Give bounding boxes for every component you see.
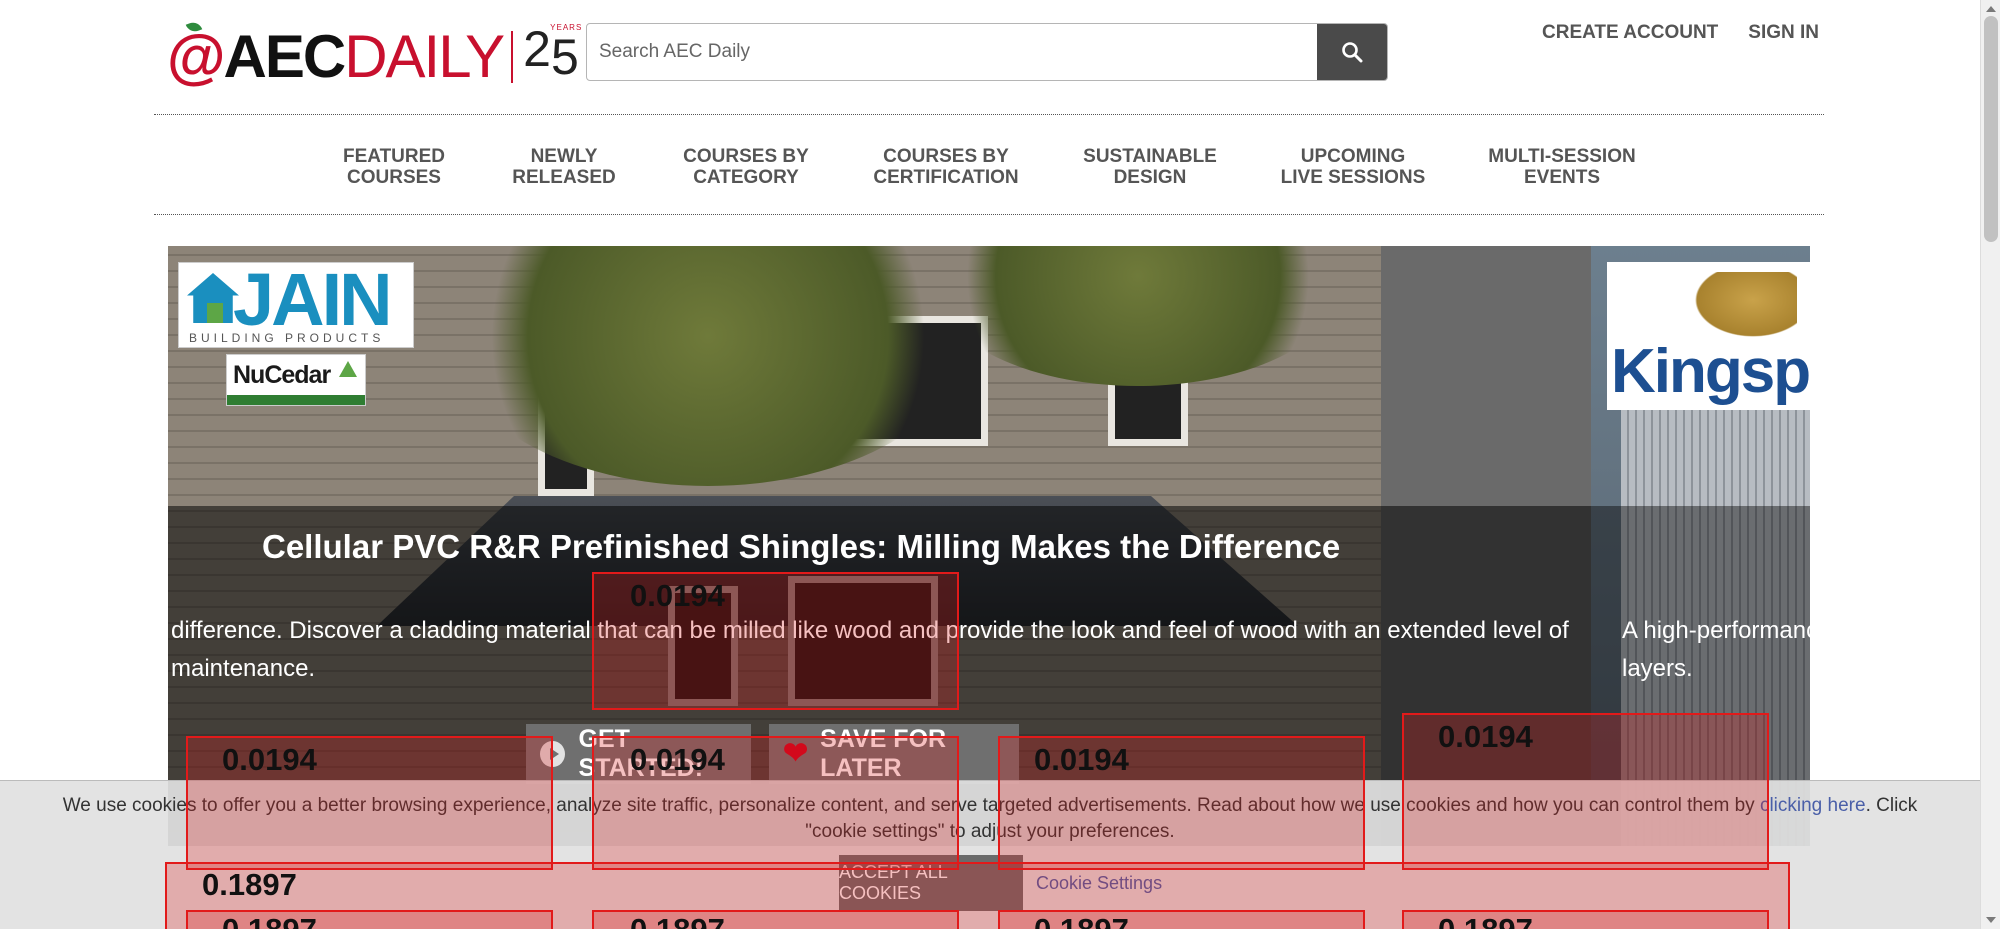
tree-foliage bbox=[448, 246, 968, 486]
slide2-description-line: A high-performanc bbox=[1622, 617, 1810, 644]
nucedar-sponsor-logo: NuCedar bbox=[226, 354, 366, 406]
logo-at: @ bbox=[167, 23, 225, 90]
lion-icon bbox=[1687, 272, 1797, 342]
annotation-box: 0.0194 bbox=[998, 736, 1365, 870]
slide-title[interactable]: Cellular PVC R&R Prefinished Shingles: M… bbox=[262, 528, 1340, 566]
nucedar-logo-text: NuCedar bbox=[233, 361, 331, 389]
nav-newly-released[interactable]: NEWLY RELEASED bbox=[512, 146, 615, 188]
annotation-label: 0.0194 bbox=[630, 742, 725, 777]
annotation-box: 0.1897 bbox=[186, 910, 553, 929]
annotation-box: 0.0194 bbox=[592, 572, 959, 710]
slide2-description-line: layers. bbox=[1622, 655, 1693, 682]
annotation-label: 0.1897 bbox=[202, 867, 297, 902]
aecdaily-logo[interactable]: @AECDAILY 25 YEARS bbox=[167, 19, 581, 94]
kingspan-sponsor-logo: Kingsp bbox=[1607, 262, 1810, 410]
annotation-label: 0.0194 bbox=[1034, 742, 1129, 777]
nav-courses-by-category[interactable]: COURSES BY CATEGORY bbox=[683, 146, 809, 188]
search-bar bbox=[586, 23, 1388, 81]
scroll-up-arrow-icon[interactable] bbox=[1986, 6, 1996, 12]
annotation-box: 0.0194 bbox=[1402, 713, 1769, 870]
sign-in-link[interactable]: SIGN IN bbox=[1748, 22, 1819, 44]
header-divider-top bbox=[154, 114, 1824, 115]
create-account-link[interactable]: CREATE ACCOUNT bbox=[1542, 22, 1718, 44]
slide2-description: A high-performanc layers. bbox=[1622, 612, 1810, 688]
annotation-label: 0.1897 bbox=[630, 912, 725, 929]
annotation-label: 0.0194 bbox=[222, 742, 317, 777]
header-divider-bottom bbox=[154, 214, 1824, 215]
cookie-policy-link[interactable]: clicking here bbox=[1760, 795, 1866, 816]
nav-featured-courses[interactable]: FEATURED COURSES bbox=[343, 146, 445, 188]
nav-sustainable-design[interactable]: SUSTAINABLE DESIGN bbox=[1083, 146, 1217, 188]
search-button[interactable] bbox=[1317, 24, 1387, 80]
annotation-label: 0.1897 bbox=[222, 912, 317, 929]
annotation-box: 0.0194 bbox=[186, 736, 553, 870]
annotation-box: 0.1897 bbox=[1402, 910, 1769, 929]
tree-foliage bbox=[928, 246, 1348, 386]
page-scrollbar[interactable] bbox=[1980, 0, 2000, 929]
scroll-down-arrow-icon[interactable] bbox=[1986, 917, 1996, 923]
nucedar-logo-bar bbox=[227, 395, 365, 405]
jain-logo-text: JAIN bbox=[233, 258, 393, 341]
anniversary-years-label: YEARS bbox=[550, 23, 583, 32]
logo-aec: AEC bbox=[223, 23, 347, 90]
anniversary-digit-2: 2 bbox=[523, 21, 551, 77]
logo-divider bbox=[511, 31, 514, 83]
main-nav: FEATURED COURSES NEWLY RELEASED COURSES … bbox=[0, 146, 2000, 188]
anniversary-digit-5: 5 bbox=[550, 29, 579, 85]
kingspan-logo-text: Kingsp bbox=[1611, 337, 1810, 406]
annotation-box: 0.0194 bbox=[592, 736, 959, 870]
search-input[interactable] bbox=[587, 24, 1317, 80]
jain-logo-subtext: BUILDING PRODUCTS bbox=[189, 331, 385, 345]
logo-wordmark: @AECDAILY bbox=[167, 27, 505, 87]
arrow-up-icon bbox=[339, 361, 357, 377]
annotation-label: 0.0194 bbox=[630, 578, 725, 613]
nav-courses-by-certification[interactable]: COURSES BY CERTIFICATION bbox=[873, 146, 1018, 188]
annotation-label: 0.1897 bbox=[1438, 912, 1533, 929]
nav-upcoming-live-sessions[interactable]: UPCOMING LIVE SESSIONS bbox=[1281, 146, 1426, 188]
scrollbar-thumb[interactable] bbox=[1984, 16, 1998, 242]
jain-sponsor-logo: JAIN BUILDING PRODUCTS bbox=[178, 262, 414, 348]
anniversary-badge: 25 YEARS bbox=[523, 24, 581, 85]
house-door-icon bbox=[207, 303, 223, 323]
account-links: CREATE ACCOUNT SIGN IN bbox=[1542, 22, 1819, 44]
search-icon bbox=[1342, 42, 1363, 63]
annotation-label: 0.0194 bbox=[1438, 719, 1533, 754]
annotation-box: 0.1897 bbox=[998, 910, 1365, 929]
logo-daily: DAILY bbox=[344, 23, 505, 90]
annotation-box: 0.1897 bbox=[592, 910, 959, 929]
nav-multi-session-events[interactable]: MULTI-SESSION EVENTS bbox=[1488, 146, 1635, 188]
annotation-label: 0.1897 bbox=[1034, 912, 1129, 929]
